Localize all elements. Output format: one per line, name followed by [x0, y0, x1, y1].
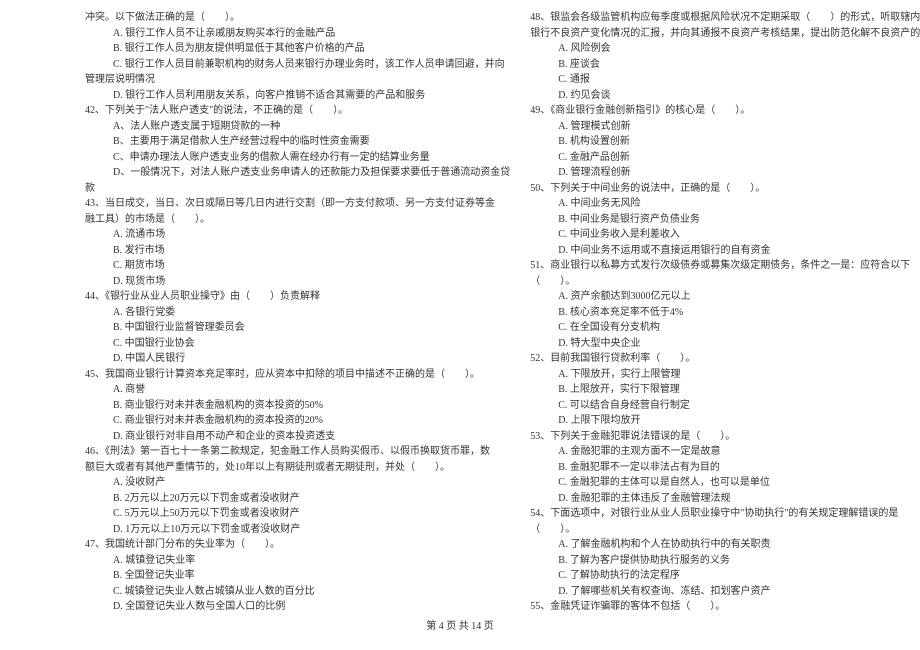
option-line: D. 现货市场	[85, 274, 510, 290]
question-line: 46、《刑法》第一百七十一条第二款规定，犯金融工作人员购买假币、以假币换取货币罪…	[85, 444, 510, 460]
option-line: D. 特大型中央企业	[530, 336, 920, 352]
question-line: 55、金融凭证诈骗罪的客体不包括（ ）。	[530, 599, 920, 615]
option-line: A、法人账户透支属于短期贷款的一种	[85, 119, 510, 135]
question-line: 54、下面选项中，对银行业从业人员职业操守中"协助执行"的有关规定理解错误的是	[530, 506, 920, 522]
option-line: D. 金融犯罪的主体违反了金融管理法规	[530, 491, 920, 507]
option-line: C. 商业银行对未并表金融机构的资本投资的20%	[85, 413, 510, 429]
question-line: 48、银监会各级监管机构应每季度或根据风险状况不定期采取（ ）的形式，听取辖内商…	[530, 10, 920, 26]
option-line: A. 没收财产	[85, 475, 510, 491]
option-line: C. 金融犯罪的主体可以是自然人，也可以是单位	[530, 475, 920, 491]
option-line: B. 机构设置创新	[530, 134, 920, 150]
two-column-layout: 冲突。以下做法正确的是（ ）。A. 银行工作人员不让亲戚朋友购买本行的金融产品B…	[0, 10, 920, 615]
option-line: B. 中国银行业监督管理委员会	[85, 320, 510, 336]
option-line: D. 约见会谈	[530, 88, 920, 104]
option-line: B. 金融犯罪不一定以非法占有为目的	[530, 460, 920, 476]
option-line: B、主要用于满足借款人生产经营过程中的临时性资金需要	[85, 134, 510, 150]
option-line: A. 管理模式创新	[530, 119, 920, 135]
question-line: 冲突。以下做法正确的是（ ）。	[85, 10, 510, 26]
option-line: A. 资产余额达到3000亿元以上	[530, 289, 920, 305]
option-line: D. 中间业务不运用或不直接运用银行的自有资金	[530, 243, 920, 259]
question-line: 融工具）的市场是（ ）。	[85, 212, 510, 228]
option-line: D. 全国登记失业人数与全国人口的比例	[85, 599, 510, 615]
option-line: B. 发行市场	[85, 243, 510, 259]
option-line: B. 商业银行对未并表金融机构的资本投资的50%	[85, 398, 510, 414]
option-line: D. 了解哪些机关有权查询、冻结、扣划客户资产	[530, 584, 920, 600]
option-line: A. 各银行党委	[85, 305, 510, 321]
option-line: B. 银行工作人员为朋友提供明显低于其他客户价格的产品	[85, 41, 510, 57]
option-line: A. 银行工作人员不让亲戚朋友购买本行的金融产品	[85, 26, 510, 42]
question-line: 51、商业银行以私募方式发行次级债券或募集次级定期债务，条件之一是：应符合以下	[530, 258, 920, 274]
option-line: D. 银行工作人员利用朋友关系，向客户推销不适合其需要的产品和服务	[85, 88, 510, 104]
question-line: 47、我国统计部门分布的失业率为（ ）。	[85, 537, 510, 553]
option-line: D、一般情况下，对法人账户透支业务申请人的还款能力及担保要求要低于普通流动资金贷	[85, 165, 510, 181]
option-line: B. 全国登记失业率	[85, 568, 510, 584]
question-line: 50、下列关于中间业务的说法中，正确的是（ ）。	[530, 181, 920, 197]
option-line: C. 中间业务收入是利差收入	[530, 227, 920, 243]
option-line: C. 金融产品创新	[530, 150, 920, 166]
question-line: 52、目前我国银行贷款利率（ ）。	[530, 351, 920, 367]
option-line: B. 上限放开，实行下限管理	[530, 382, 920, 398]
option-line: B. 中间业务是银行资产负债业务	[530, 212, 920, 228]
option-line: C. 可以结合自身经营自行制定	[530, 398, 920, 414]
option-line: D. 商业银行对非自用不动产和企业的资本投资透支	[85, 429, 510, 445]
exam-page: 冲突。以下做法正确的是（ ）。A. 银行工作人员不让亲戚朋友购买本行的金融产品B…	[0, 0, 920, 650]
question-line: 款	[85, 181, 510, 197]
right-column: 48、银监会各级监管机构应每季度或根据风险状况不定期采取（ ）的形式，听取辖内商…	[530, 10, 920, 615]
option-line: D. 1万元以上10万元以下罚金或者没收财产	[85, 522, 510, 538]
option-line: C. 期货市场	[85, 258, 510, 274]
question-line: （ ）。	[530, 522, 920, 538]
left-column: 冲突。以下做法正确的是（ ）。A. 银行工作人员不让亲戚朋友购买本行的金融产品B…	[85, 10, 510, 615]
option-line: D. 管理流程创新	[530, 165, 920, 181]
question-line: 银行不良资产变化情况的汇报，并向其通报不良资产考核结果，提出防范化解不良资产的意…	[530, 26, 920, 42]
option-line: A. 了解金融机构和个人在协助执行中的有关职责	[530, 537, 920, 553]
option-line: B. 核心资本充足率不低于4%	[530, 305, 920, 321]
option-line: A. 中间业务无风险	[530, 196, 920, 212]
question-line: 额巨大或者有其他严重情节的，处10年以上有期徒刑或者无期徒刑，并处（ ）。	[85, 460, 510, 476]
option-line: B. 座谈会	[530, 57, 920, 73]
option-line: C. 城镇登记失业人数占城镇从业人数的百分比	[85, 584, 510, 600]
option-line: C、申请办理法人账户透支业务的借款人需在经办行有一定的结算业务量	[85, 150, 510, 166]
question-line: （ ）。	[530, 274, 920, 290]
question-line: 49、《商业银行金融创新指引》的核心是（ ）。	[530, 103, 920, 119]
question-line: 42、下列关于"法人账户透支"的说法，不正确的是（ ）。	[85, 103, 510, 119]
option-line: D. 上限下限均放开	[530, 413, 920, 429]
option-line: B. 2万元以上20万元以下罚金或者没收财产	[85, 491, 510, 507]
option-line: C. 银行工作人员目前兼职机构的财务人员来银行办理业务时，该工作人员申请回避，并…	[85, 57, 510, 73]
option-line: A. 流通市场	[85, 227, 510, 243]
option-line: C. 中国银行业协会	[85, 336, 510, 352]
question-line: 管理层说明情况	[85, 72, 510, 88]
question-line: 43、当日成交，当日、次日或隔日等几日内进行交割（即一方支付款项、另一方支付证券…	[85, 196, 510, 212]
option-line: A. 下限放开，实行上限管理	[530, 367, 920, 383]
option-line: C. 5万元以上50万元以下罚金或者没收财产	[85, 506, 510, 522]
option-line: A. 城镇登记失业率	[85, 553, 510, 569]
option-line: C. 了解协助执行的法定程序	[530, 568, 920, 584]
option-line: A. 商誉	[85, 382, 510, 398]
option-line: C. 通报	[530, 72, 920, 88]
question-line: 53、下列关于金融犯罪说法错误的是（ ）。	[530, 429, 920, 445]
option-line: A. 金融犯罪的主观方面不一定是故意	[530, 444, 920, 460]
question-line: 45、我国商业银行计算资本充足率时，应从资本中扣除的项目中描述不正确的是（ ）。	[85, 367, 510, 383]
option-line: C. 在全国设有分支机构	[530, 320, 920, 336]
page-footer: 第 4 页 共 14 页	[0, 617, 920, 632]
option-line: D. 中国人民银行	[85, 351, 510, 367]
question-line: 44、《银行业从业人员职业操守》由（ ）负责解释	[85, 289, 510, 305]
option-line: B. 了解为客户提供协助执行服务的义务	[530, 553, 920, 569]
option-line: A. 风险例会	[530, 41, 920, 57]
